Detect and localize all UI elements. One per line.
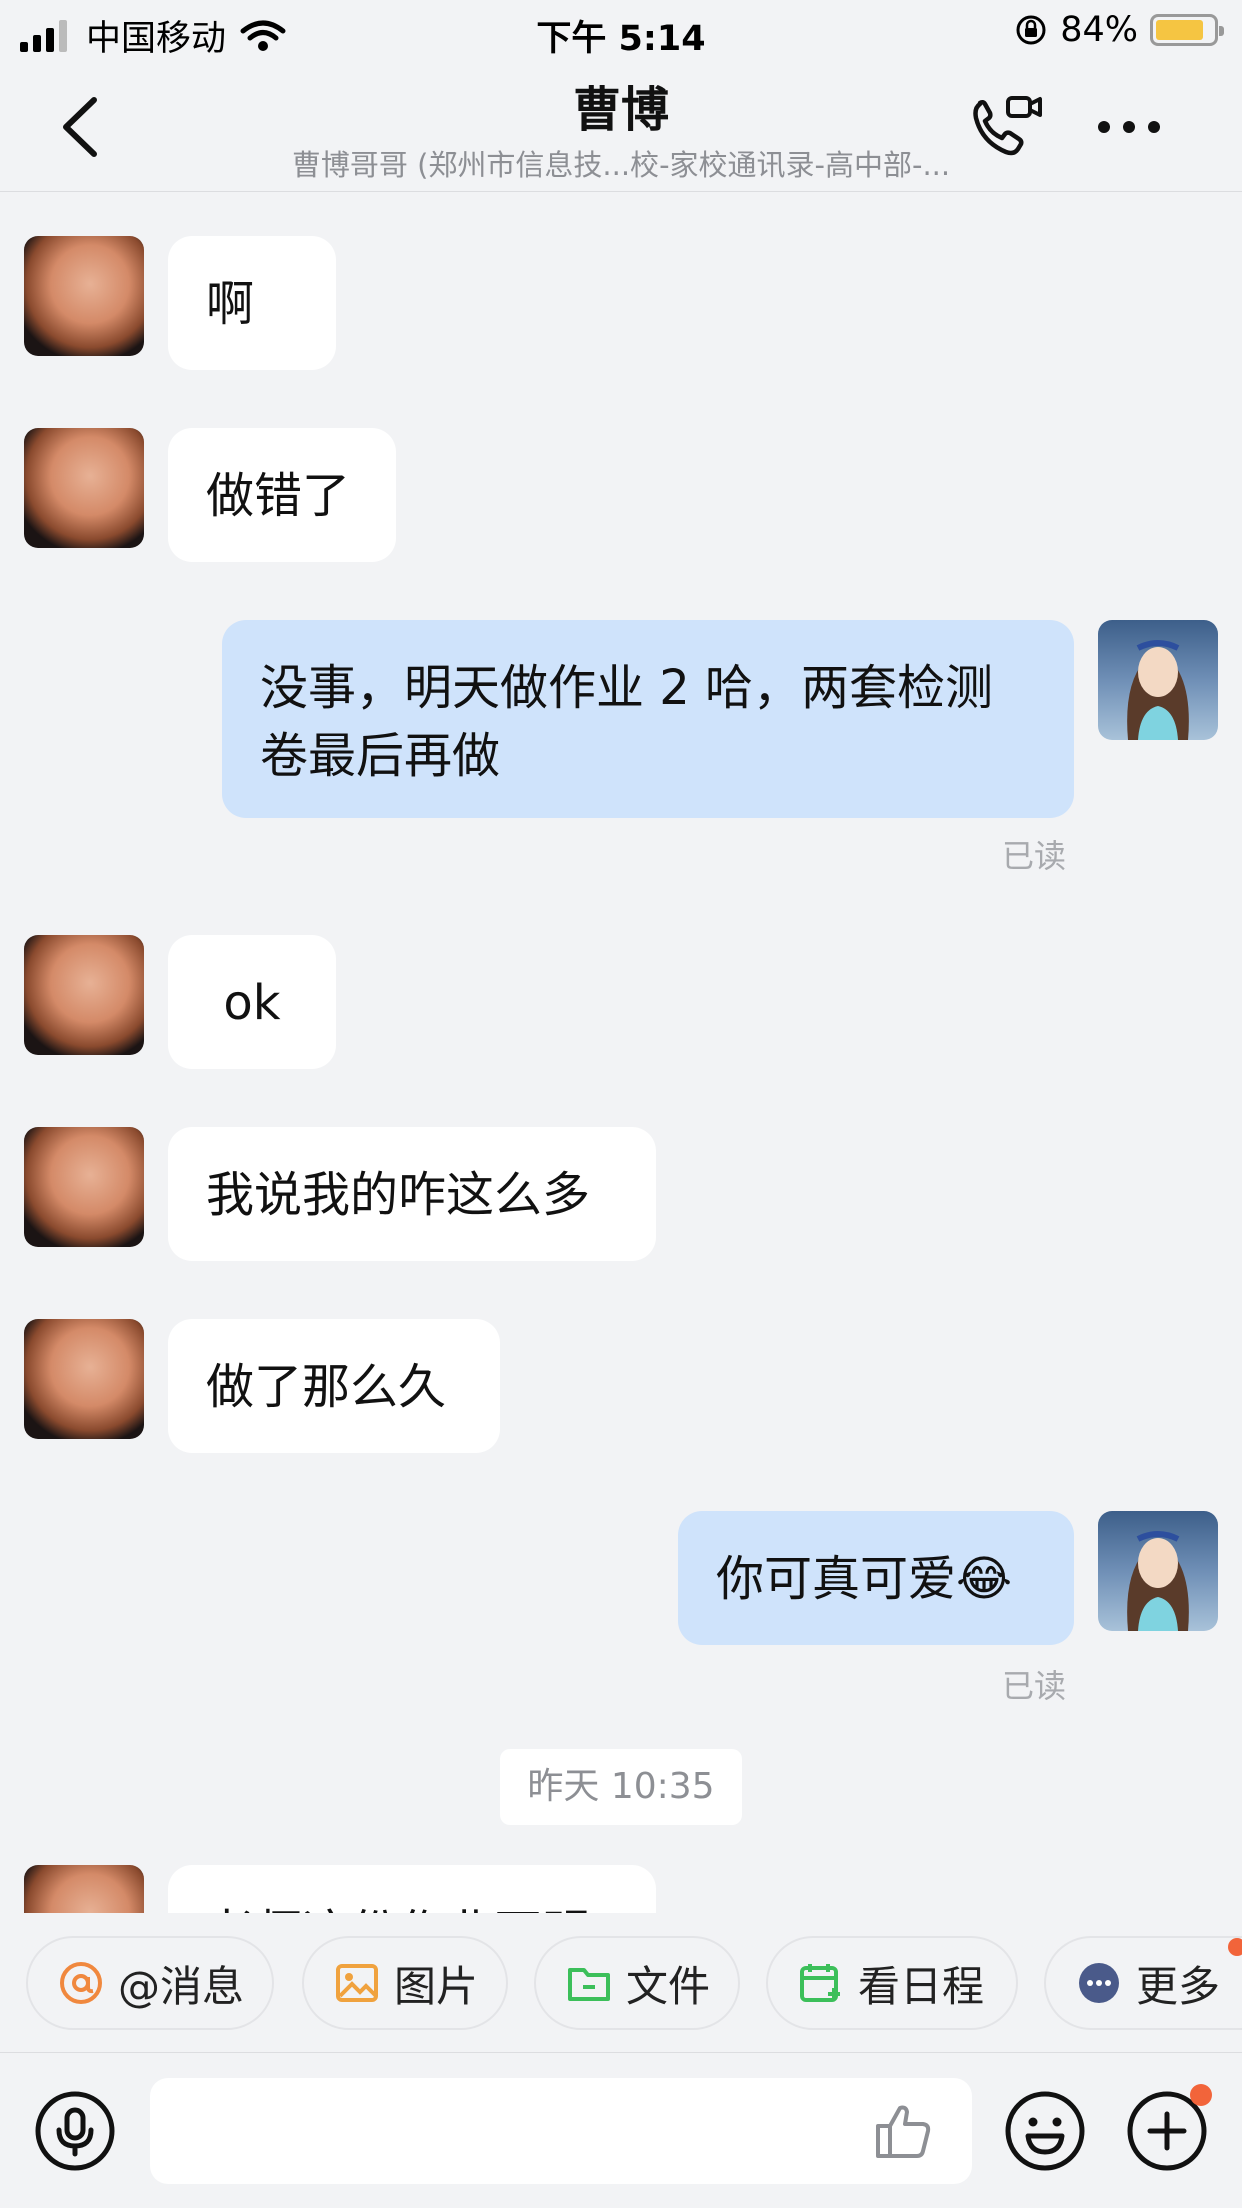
more-actions-button[interactable]: 更多 — [1044, 1936, 1242, 2030]
microphone-icon[interactable] — [34, 2090, 116, 2172]
chip-label: 文件 — [626, 1961, 711, 2011]
chip-label: @消息 — [118, 1961, 245, 2011]
message-bubble-incoming[interactable]: 老师这份作业不明 — [168, 1865, 656, 1913]
folder-icon — [568, 1968, 610, 2001]
message-text: 啊 — [206, 276, 255, 332]
read-receipt: 已读 — [1002, 1667, 1067, 1705]
message-text-line: 没事，明天做作业 2 哈，两套检测 — [260, 660, 994, 716]
thumbs-up-icon[interactable] — [872, 2100, 934, 2162]
status-bar: 中国移动 下午 5:14 84% — [0, 0, 1242, 62]
chip-label: 看日程 — [858, 1961, 985, 2011]
status-right: 84% — [1014, 10, 1224, 50]
plus-notification-dot — [1190, 2084, 1212, 2106]
contact-avatar[interactable] — [24, 1865, 144, 1913]
message-bubble-incoming[interactable]: 啊 — [168, 236, 336, 370]
image-icon — [336, 1964, 378, 2002]
message-text: 你可真可爱😂 — [716, 1551, 1013, 1607]
read-receipt: 已读 — [1002, 837, 1067, 875]
message-text-line: 卷最后再做 — [260, 728, 501, 784]
file-button[interactable]: 文件 — [534, 1936, 740, 2030]
message-text: 做了那么久 — [206, 1359, 447, 1415]
time-divider: 昨天 10:35 — [500, 1749, 742, 1825]
more-dots-icon — [1079, 1963, 1119, 2003]
notification-dot — [1228, 1938, 1242, 1956]
chat-title[interactable]: 曹博 — [0, 70, 1242, 140]
battery-icon — [1150, 14, 1224, 46]
contact-avatar[interactable] — [24, 1319, 144, 1439]
message-text: 做错了 — [206, 468, 351, 524]
calendar-button[interactable]: 看日程 — [766, 1936, 1018, 2030]
girl-avatar-image — [1127, 640, 1189, 740]
message-bubble-incoming[interactable]: 做了那么久 — [168, 1319, 500, 1453]
at-message-button[interactable]: @消息 — [26, 1936, 274, 2030]
video-call-icon[interactable] — [966, 92, 1046, 162]
at-icon — [60, 1962, 102, 2004]
contact-avatar[interactable] — [24, 1127, 144, 1247]
my-avatar[interactable] — [1098, 620, 1218, 740]
message-bubble-incoming[interactable]: 我说我的咋这么多 — [168, 1127, 656, 1261]
calendar-icon — [800, 1964, 840, 2002]
contact-avatar[interactable] — [24, 935, 144, 1055]
message-bubble-incoming[interactable]: ok — [168, 935, 336, 1069]
chip-label: 更多 — [1136, 1961, 1221, 2011]
emoji-icon[interactable] — [1004, 2090, 1086, 2172]
message-text: 老师这份作业不明 — [206, 1905, 590, 1913]
message-text: ok — [223, 975, 281, 1031]
contact-avatar[interactable] — [24, 428, 144, 548]
message-bubble-incoming[interactable]: 做错了 — [168, 428, 396, 562]
contact-avatar[interactable] — [24, 236, 144, 356]
chat-header: 曹博 曹博哥哥 (郑州市信息技...校-家校通讯录-高中部-... — [0, 62, 1242, 192]
my-avatar[interactable] — [1098, 1511, 1218, 1631]
battery-percent: 84% — [1060, 10, 1138, 50]
quick-actions-bar[interactable]: @消息 图片 文件 看日程 更多 — [0, 1913, 1242, 2053]
message-bubble-outgoing[interactable]: 没事，明天做作业 2 哈，两套检测 卷最后再做 — [222, 620, 1074, 818]
rotation-lock-icon — [1016, 15, 1046, 45]
message-text: 我说我的咋这么多 — [206, 1167, 591, 1223]
message-bubble-outgoing[interactable]: 你可真可爱😂 — [678, 1511, 1074, 1645]
input-bar — [0, 2054, 1242, 2208]
message-input[interactable] — [150, 2078, 972, 2184]
image-button[interactable]: 图片 — [302, 1936, 508, 2030]
more-icon[interactable] — [1094, 102, 1164, 152]
message-list[interactable]: 啊 做错了 没事，明天做作业 2 哈，两套检测 卷最后再做 已读 ok 我说我的… — [0, 193, 1242, 1913]
girl-avatar-image — [1127, 1531, 1189, 1631]
chip-label: 图片 — [394, 1961, 479, 2011]
chat-subtitle[interactable]: 曹博哥哥 (郑州市信息技...校-家校通讯录-高中部-... — [0, 142, 1242, 184]
